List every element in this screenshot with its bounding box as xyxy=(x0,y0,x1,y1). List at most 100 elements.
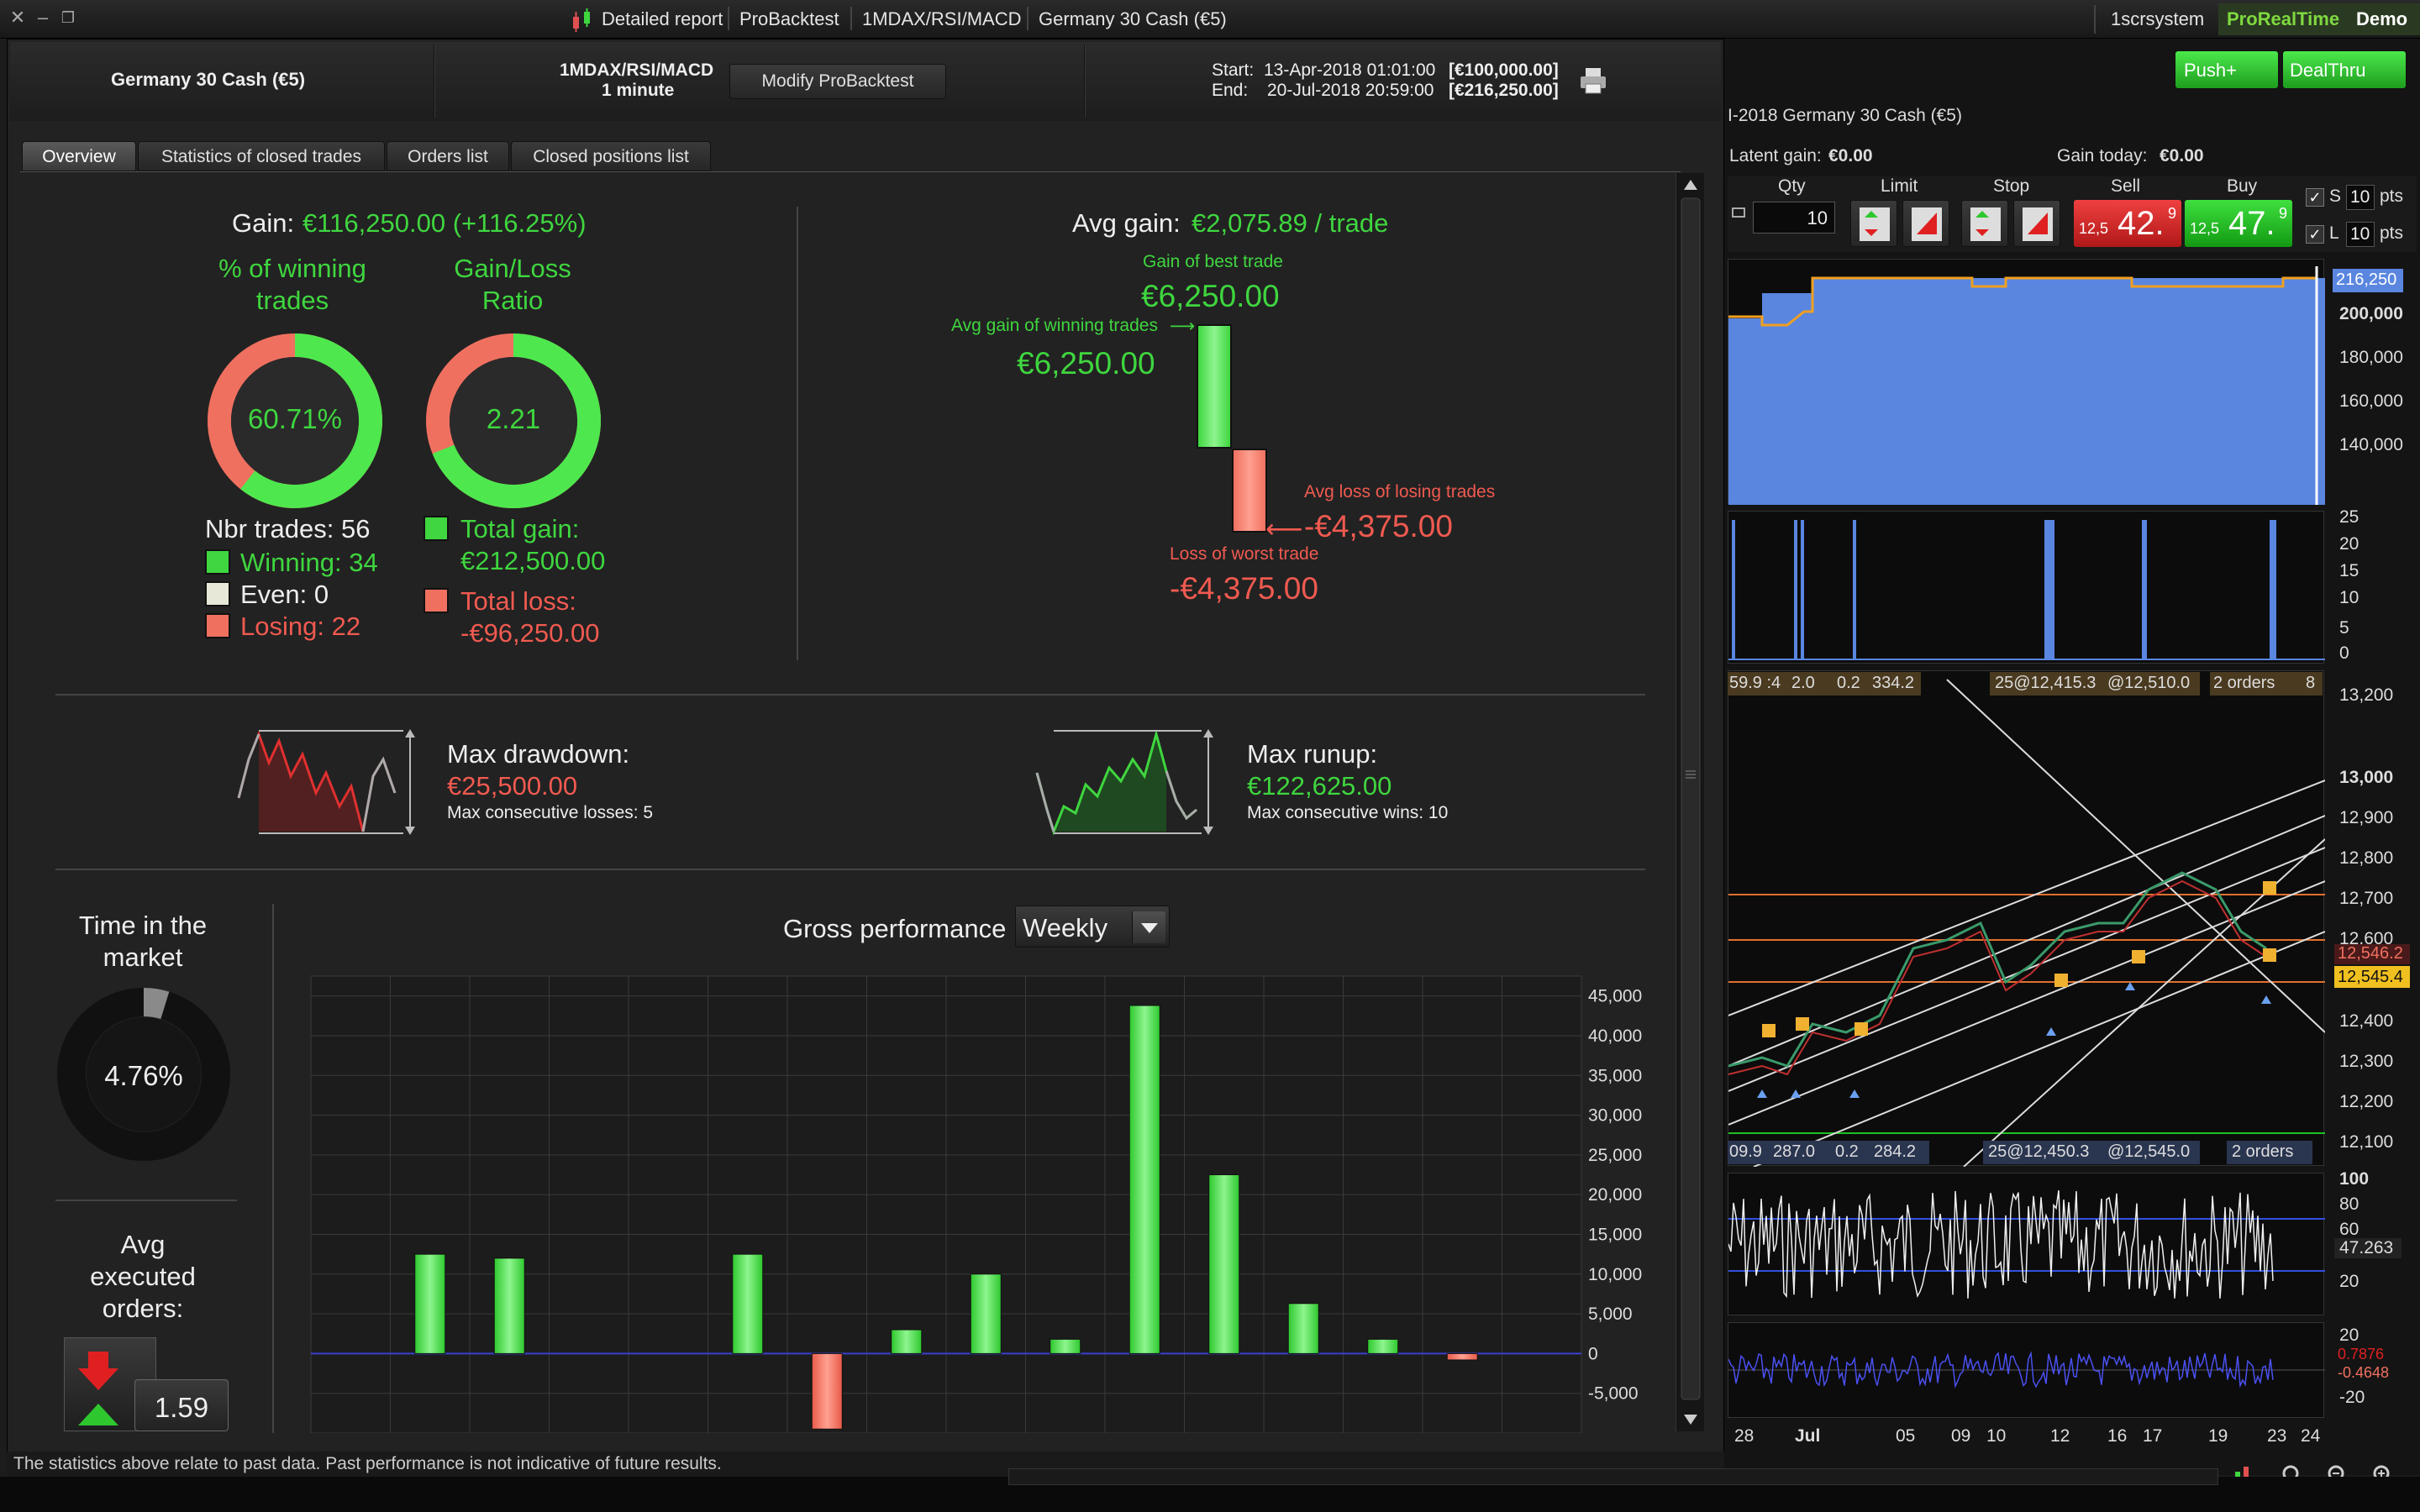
close-icon[interactable]: ✕ xyxy=(8,8,27,27)
section-divider xyxy=(797,207,798,660)
chart-bar xyxy=(1367,1338,1399,1354)
chart-bar xyxy=(732,1253,764,1354)
gl-ratio-label-2: Ratio xyxy=(481,286,544,315)
chart-ytick-label: 0 xyxy=(1588,1344,1598,1363)
section-divider xyxy=(272,904,274,1433)
buy-price-big: 47. xyxy=(2228,205,2275,242)
crumb-instrument[interactable]: Germany 30 Cash (€5) xyxy=(1039,8,1227,30)
crumb-probacktest[interactable]: ProBacktest xyxy=(739,8,839,30)
stop-sell-button[interactable] xyxy=(2013,200,2060,247)
qty-input[interactable]: 10 xyxy=(1753,202,1835,234)
chart-ytick-label: 5,000 xyxy=(1588,1305,1633,1324)
order-tag: 59.9 :4 xyxy=(1729,674,1781,692)
price-axis-label: 12,200 xyxy=(2339,1092,2394,1111)
order-tag: 287.0 xyxy=(1773,1142,1816,1161)
total-gain-label: Total gain: xyxy=(460,514,580,543)
avg-loss-label: Avg loss of losing trades xyxy=(1304,482,1496,501)
order-tag: 334.2 xyxy=(1872,674,1915,692)
order-tag: 0.2 xyxy=(1837,674,1860,692)
tab-closed-positions-list[interactable]: Closed positions list xyxy=(511,141,711,171)
period-select[interactable]: Weekly xyxy=(1015,906,1170,948)
date-axis-label: 19 xyxy=(2208,1426,2228,1446)
date-axis-label: 16 xyxy=(2107,1426,2128,1446)
limit-buy-button[interactable] xyxy=(1850,200,1897,247)
date-axis-label: 17 xyxy=(2143,1426,2163,1446)
gl-ratio-value: 2.21 xyxy=(486,403,541,434)
gross-performance-chart: 45,000 40,000 35,000 30,000 25,000 20,000 15,0… xyxy=(310,975,1642,1433)
ticket-settings-icon[interactable] xyxy=(1729,200,1748,225)
chart-ytick-label: 35,000 xyxy=(1588,1066,1642,1085)
start-date: 13-Apr-2018 01:01:00 xyxy=(1264,60,1436,80)
buy-button[interactable]: 12,5 47. 9 xyxy=(2185,200,2292,247)
restore-icon[interactable]: ❐ xyxy=(59,8,77,27)
max-drawdown-value: €25,500.00 xyxy=(447,771,578,801)
gain-today-value: €0.00 xyxy=(2160,146,2204,165)
buy-price-prefix: 12,5 xyxy=(2190,220,2220,237)
total-gain-value: €212,500.00 xyxy=(460,546,606,575)
chart-ytick-label: 25,000 xyxy=(1588,1146,1642,1165)
gain-today-label: Gain today: xyxy=(2057,146,2148,165)
avg-exec-label-1: Avg xyxy=(120,1230,166,1259)
mode-label: Demo xyxy=(2356,8,2408,29)
winning-pct-value: 60.71% xyxy=(248,403,342,434)
crumb-detailed-report[interactable]: Detailed report xyxy=(602,8,723,30)
tab-orders-list[interactable]: Orders list xyxy=(387,141,509,171)
end-capital: [€216,250.00] xyxy=(1449,81,1559,100)
crumb-separator xyxy=(1027,7,1028,30)
chart-bar xyxy=(1287,1303,1319,1354)
order-tag: 25@12,415.3 xyxy=(1995,674,2096,692)
best-trade-label: Gain of best trade xyxy=(1143,252,1283,271)
stop-buy-button[interactable] xyxy=(1961,200,2008,247)
order-tag: 2.0 xyxy=(1791,674,1815,692)
chart-bar xyxy=(1050,1338,1081,1354)
dealthru-button[interactable]: DealThru xyxy=(2282,50,2407,89)
limit-checkbox[interactable]: ✓ xyxy=(2306,225,2324,244)
rsi-panel xyxy=(1728,1173,2325,1315)
limit-label: Limit xyxy=(1881,176,1918,196)
price-axis-label: 12,900 xyxy=(2339,808,2394,827)
rsi-axis-current: 47.263 xyxy=(2339,1238,2394,1257)
vertical-scrollbar[interactable] xyxy=(1676,173,1704,1431)
crumb-separator xyxy=(850,7,852,30)
total-loss-value: -€96,250.00 xyxy=(460,618,600,648)
sell-price-prefix: 12,5 xyxy=(2079,220,2109,237)
winning-pct-label-1: % of winning xyxy=(218,254,366,283)
scroll-up-icon xyxy=(1684,180,1697,190)
s-input[interactable]: 10 xyxy=(2346,185,2375,210)
l-input[interactable]: 10 xyxy=(2346,222,2375,247)
end-label: End: xyxy=(1212,81,1249,100)
even-count: Even: 0 xyxy=(240,580,329,609)
limit-sell-button[interactable] xyxy=(1902,200,1949,247)
crumb-strategy[interactable]: 1MDAX/RSI/MACD xyxy=(862,8,1021,30)
order-tag: 2 orders xyxy=(2213,674,2275,692)
sell-button[interactable]: 12,5 42. 9 xyxy=(2074,200,2181,247)
section-divider xyxy=(55,869,1645,870)
order-tag: 0.2 xyxy=(1835,1142,1859,1161)
price-axis-label: 12,100 xyxy=(2339,1132,2394,1152)
printer-icon[interactable] xyxy=(1578,66,1608,96)
nbr-trades: Nbr trades: 56 xyxy=(205,514,371,543)
chart-bar xyxy=(970,1273,1002,1354)
gain-value: €116,250.00 (+116.25%) xyxy=(302,208,587,238)
push-button[interactable]: Push+ xyxy=(2175,50,2279,89)
sell-price-big: 42. xyxy=(2118,205,2165,242)
order-tag: @12,545.0 xyxy=(2107,1142,2191,1161)
start-capital: [€100,000.00] xyxy=(1449,60,1559,80)
account-name[interactable]: 1scrsystem xyxy=(2111,8,2204,30)
latent-gain-label: Latent gain: xyxy=(1729,146,1822,165)
chart-grid xyxy=(310,975,1582,1433)
chevron-down-icon[interactable] xyxy=(1132,911,1165,943)
minimize-icon[interactable]: – xyxy=(34,8,52,27)
order-tag: 284.2 xyxy=(1874,1142,1917,1161)
equity-axis-label: 160,000 xyxy=(2339,391,2403,411)
chart-ytick-label: 40,000 xyxy=(1588,1026,1642,1046)
tab-overview[interactable]: Overview xyxy=(22,141,136,171)
horizontal-scrollbar[interactable] xyxy=(1008,1468,2218,1485)
tab-statistics-closed-trades[interactable]: Statistics of closed trades xyxy=(138,141,385,171)
modify-probacktest-button[interactable]: Modify ProBacktest xyxy=(729,64,946,99)
order-tag: 8 xyxy=(2306,674,2316,692)
price-axis-label: 12,300 xyxy=(2339,1052,2394,1071)
chart-bar xyxy=(1208,1174,1240,1354)
arrow-right-icon: ⟶ xyxy=(1170,317,1196,336)
stop-loss-checkbox[interactable]: ✓ xyxy=(2306,188,2324,207)
